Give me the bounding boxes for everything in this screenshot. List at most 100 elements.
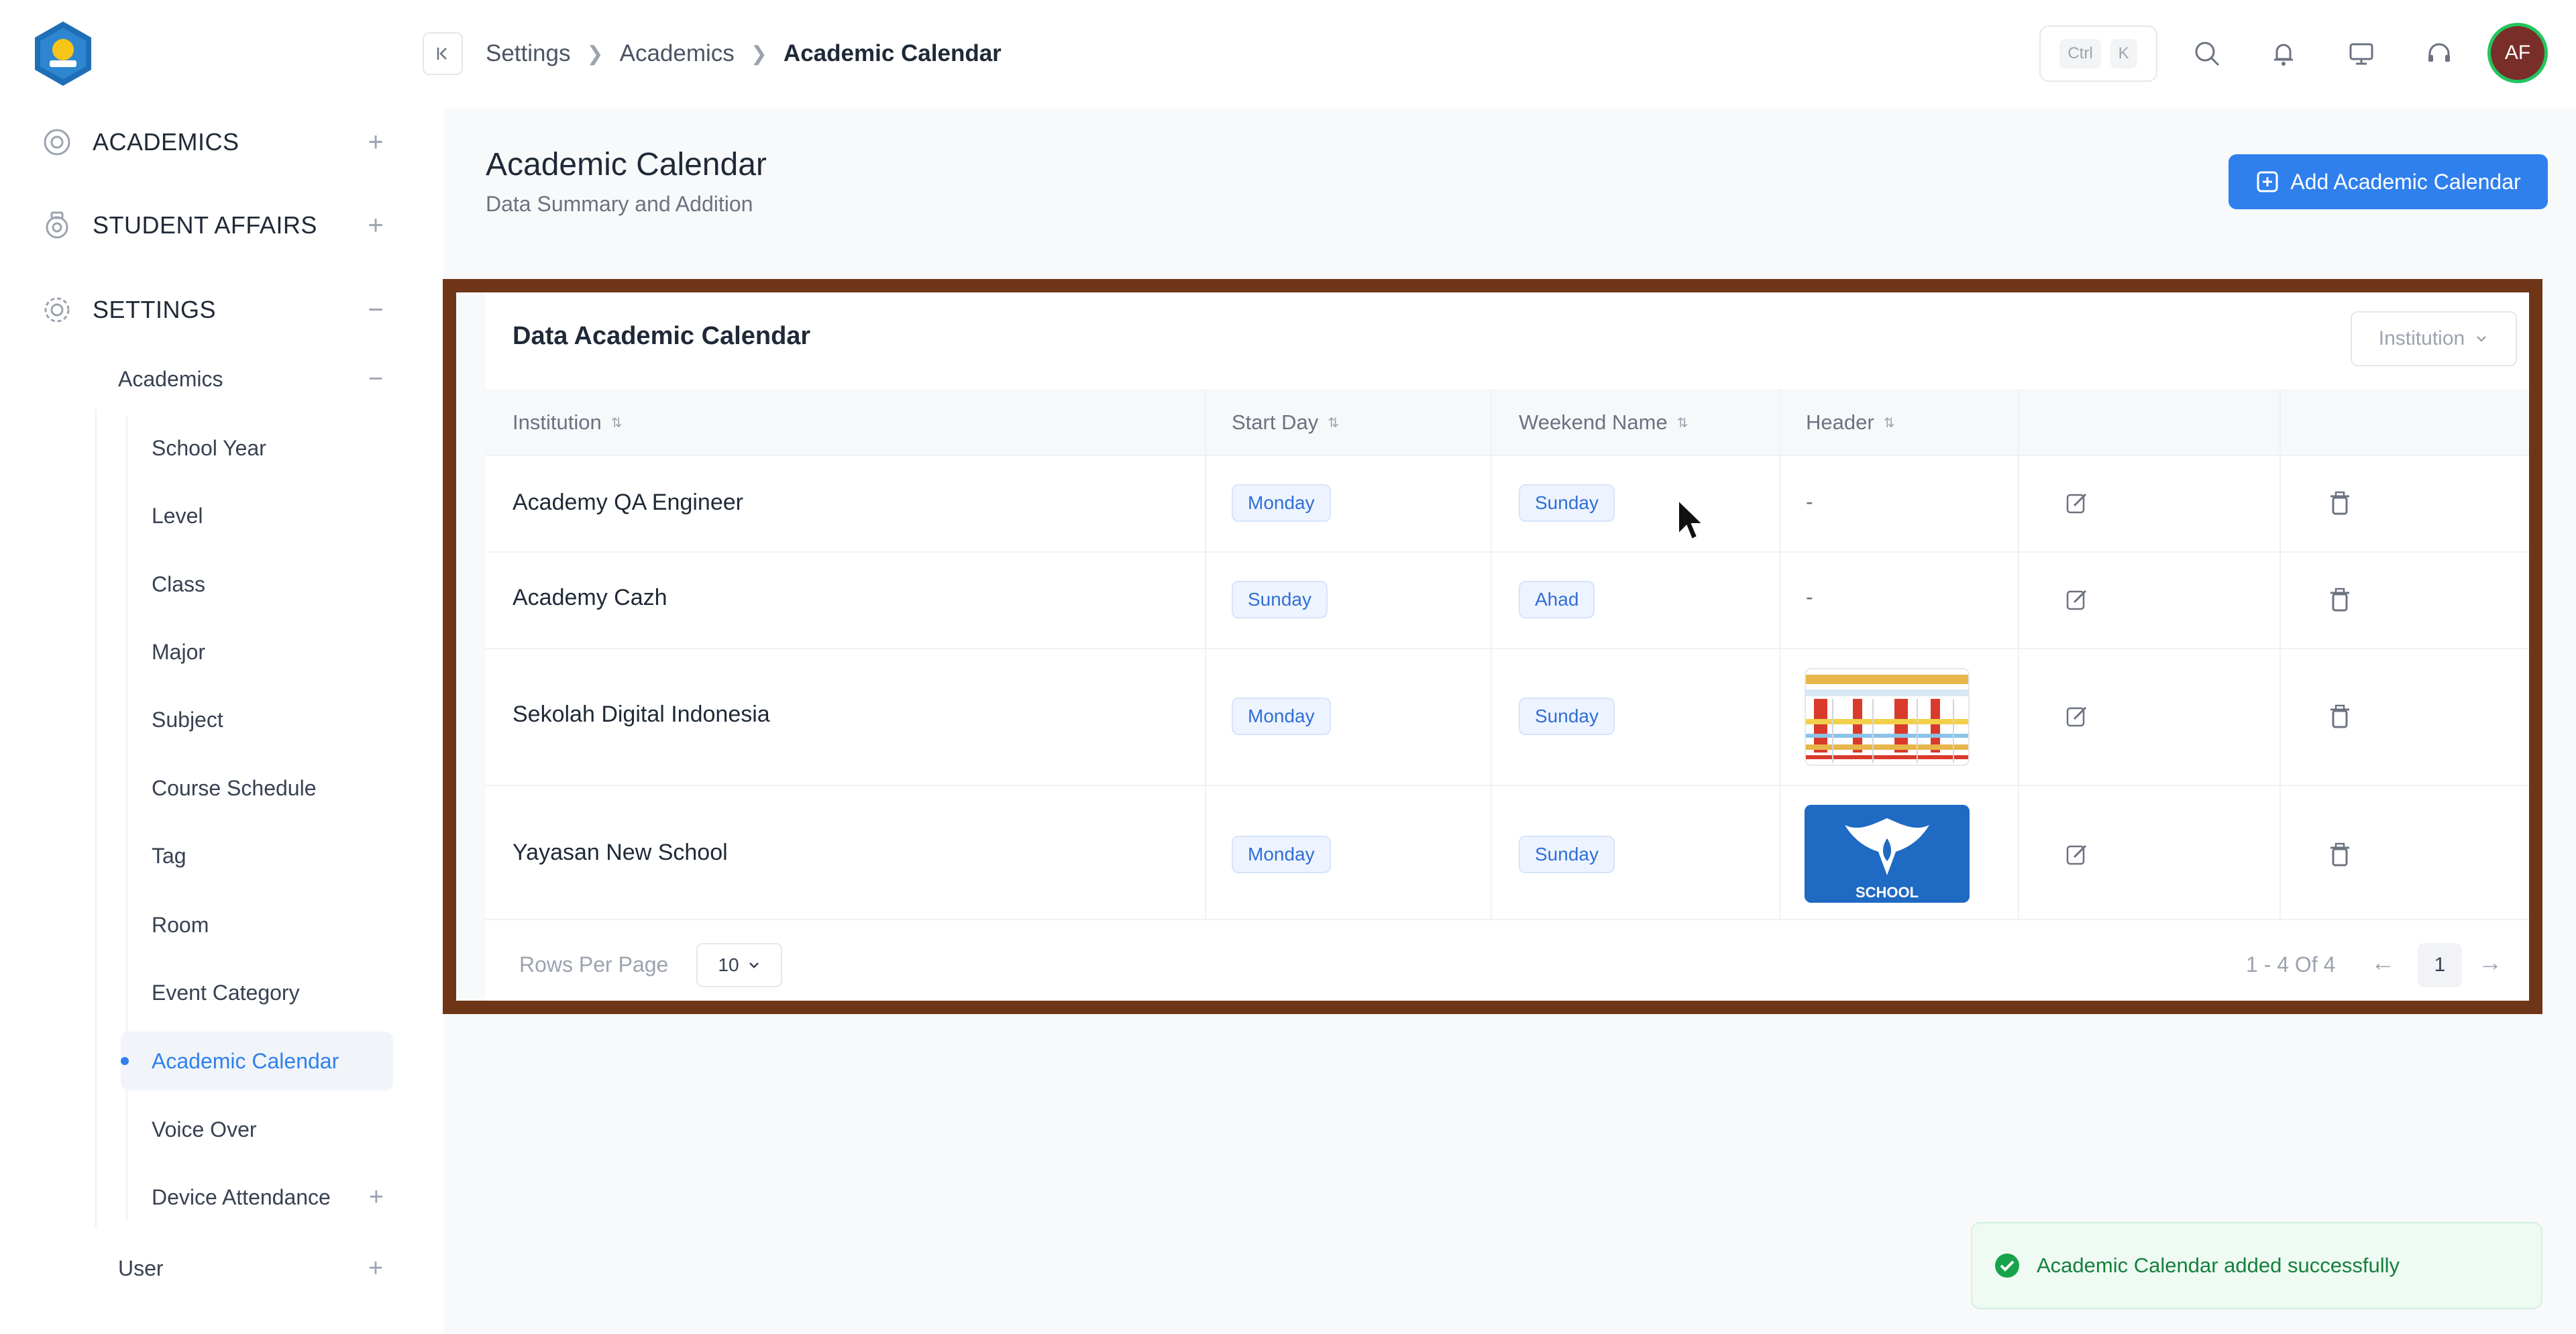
nav-student-affairs-label: STUDENT AFFAIRS — [93, 211, 317, 239]
institution-logo[interactable] — [28, 19, 98, 89]
column-label: Start Day — [1232, 410, 1319, 434]
sidebar-item-academic-calendar[interactable]: Academic Calendar — [121, 1032, 393, 1091]
trash-icon[interactable] — [2324, 838, 2356, 871]
collapse-icon[interactable]: − — [362, 365, 389, 394]
next-page-button[interactable]: → — [2478, 948, 2502, 977]
add-academic-calendar-button[interactable]: Add Academic Calendar — [2229, 154, 2548, 209]
column-start-day[interactable]: Start Day ⇅ — [1232, 410, 1339, 435]
nav-student-affairs[interactable]: STUDENT AFFAIRS + — [40, 199, 389, 252]
collapse-icon[interactable]: − — [362, 295, 389, 325]
page-title: Academic Calendar — [486, 147, 767, 182]
column-label: Institution — [513, 410, 602, 434]
search-icon[interactable] — [2188, 35, 2226, 72]
success-toast: Academic Calendar added successfully — [1971, 1222, 2542, 1309]
breadcrumb-academics[interactable]: Academics — [620, 40, 735, 67]
row-2-start-day-badge: Sunday — [1232, 581, 1328, 618]
column-divider — [1779, 389, 1780, 919]
chevron-right-icon: ❯ — [586, 42, 604, 65]
rows-per-page-label: Rows Per Page — [519, 952, 669, 977]
sidebar-collapse-button[interactable] — [423, 32, 463, 75]
trash-icon[interactable] — [2324, 583, 2356, 616]
sidebar-item-tag[interactable]: Tag — [121, 826, 393, 885]
monitor-icon[interactable] — [2343, 35, 2380, 72]
column-divider — [1205, 389, 1206, 919]
row-1-weekend-badge: Sunday — [1519, 484, 1615, 522]
rows-per-page-select[interactable]: 10 — [696, 943, 782, 987]
row-divider — [486, 785, 2529, 786]
nav-settings-label: SETTINGS — [93, 296, 217, 323]
nav-sub-user[interactable]: User + — [118, 1245, 389, 1292]
edit-icon[interactable] — [2061, 700, 2093, 732]
row-2-header-empty: - — [1806, 585, 1813, 609]
rows-per-page-value: 10 — [718, 954, 739, 975]
chevron-down-icon — [749, 962, 759, 968]
expand-icon[interactable]: + — [362, 1254, 389, 1283]
nav-sub-academics-label: Academics — [118, 366, 223, 391]
nav-academics[interactable]: ACADEMICS + — [40, 115, 389, 169]
row-2-weekend-badge: Ahad — [1519, 581, 1595, 618]
row-1-institution: Academy QA Engineer — [513, 490, 743, 515]
academics-icon — [40, 125, 74, 159]
prev-page-button[interactable]: ← — [2371, 948, 2395, 977]
sidebar-item-device-attendance[interactable]: Device Attendance + — [121, 1168, 393, 1227]
check-circle-icon — [1995, 1254, 2019, 1278]
chevron-right-icon: ❯ — [750, 42, 767, 65]
edit-icon[interactable] — [2061, 838, 2093, 871]
command-shortcut[interactable]: Ctrl K — [2039, 25, 2157, 82]
sidebar: ACADEMICS + STUDENT AFFAIRS + SETTINGS −… — [0, 0, 444, 1334]
sidebar-item-event-category[interactable]: Event Category — [121, 963, 393, 1022]
column-weekend-name[interactable]: Weekend Name ⇅ — [1519, 410, 1688, 435]
sidebar-item-school-year[interactable]: School Year — [121, 419, 393, 478]
sort-icon: ⇅ — [1328, 415, 1339, 431]
calendar-header-image[interactable] — [1805, 668, 1970, 766]
headset-icon[interactable] — [2420, 35, 2458, 72]
column-label: Weekend Name — [1519, 410, 1668, 434]
expand-icon[interactable]: + — [369, 1183, 384, 1212]
avatar[interactable]: AF — [2487, 23, 2548, 83]
row-1-start-day-badge: Monday — [1232, 484, 1331, 522]
column-divider — [2279, 389, 2281, 919]
row-4-start-day-badge: Monday — [1232, 836, 1331, 873]
pagination-range: 1 - 4 Of 4 — [2246, 952, 2336, 977]
column-header[interactable]: Header ⇅ — [1806, 410, 1894, 435]
filter-placeholder: Institution — [2378, 327, 2465, 349]
table-header — [486, 389, 2529, 455]
breadcrumb-current: Academic Calendar — [783, 40, 1002, 66]
trash-icon[interactable] — [2324, 487, 2356, 519]
sidebar-item-class[interactable]: Class — [121, 555, 393, 614]
nav-settings[interactable]: SETTINGS − — [40, 283, 389, 337]
toast-message: Academic Calendar added successfully — [2037, 1254, 2400, 1277]
sort-icon: ⇅ — [1676, 415, 1688, 431]
column-divider — [1491, 389, 1492, 919]
column-divider — [2018, 389, 2019, 919]
sidebar-item-major[interactable]: Major — [121, 622, 393, 681]
edit-icon[interactable] — [2061, 583, 2093, 616]
row-divider — [486, 648, 2529, 649]
sidebar-item-room[interactable]: Room — [121, 895, 393, 954]
school-logo-image[interactable]: SCHOOL — [1805, 805, 1970, 903]
school-logo-text: SCHOOL — [1856, 884, 1919, 901]
sidebar-item-subject[interactable]: Subject — [121, 690, 393, 749]
sidebar-item-label: Academic Calendar — [152, 1048, 339, 1073]
sidebar-item-voice-over[interactable]: Voice Over — [121, 1100, 393, 1159]
row-4-weekend-badge: Sunday — [1519, 836, 1615, 873]
edit-icon[interactable] — [2061, 487, 2093, 519]
sidebar-item-level[interactable]: Level — [121, 486, 393, 545]
page-number-button[interactable]: 1 — [2418, 943, 2462, 987]
row-divider — [486, 455, 2529, 456]
nav-sub-academics[interactable]: Academics − — [118, 355, 389, 402]
bell-icon[interactable] — [2265, 35, 2302, 72]
column-institution[interactable]: Institution ⇅ — [513, 410, 622, 435]
nav-academics-label: ACADEMICS — [93, 128, 239, 156]
gear-icon — [40, 293, 74, 327]
sort-icon: ⇅ — [1883, 415, 1895, 431]
trash-icon[interactable] — [2324, 700, 2356, 732]
column-label: Header — [1806, 410, 1874, 434]
sidebar-item-course-schedule[interactable]: Course Schedule — [121, 759, 393, 818]
row-divider — [486, 551, 2529, 553]
active-indicator — [121, 1057, 129, 1065]
expand-icon[interactable]: + — [362, 127, 389, 158]
institution-filter[interactable]: Institution — [2351, 311, 2517, 366]
expand-icon[interactable]: + — [362, 211, 389, 241]
breadcrumb-settings[interactable]: Settings — [486, 40, 570, 67]
